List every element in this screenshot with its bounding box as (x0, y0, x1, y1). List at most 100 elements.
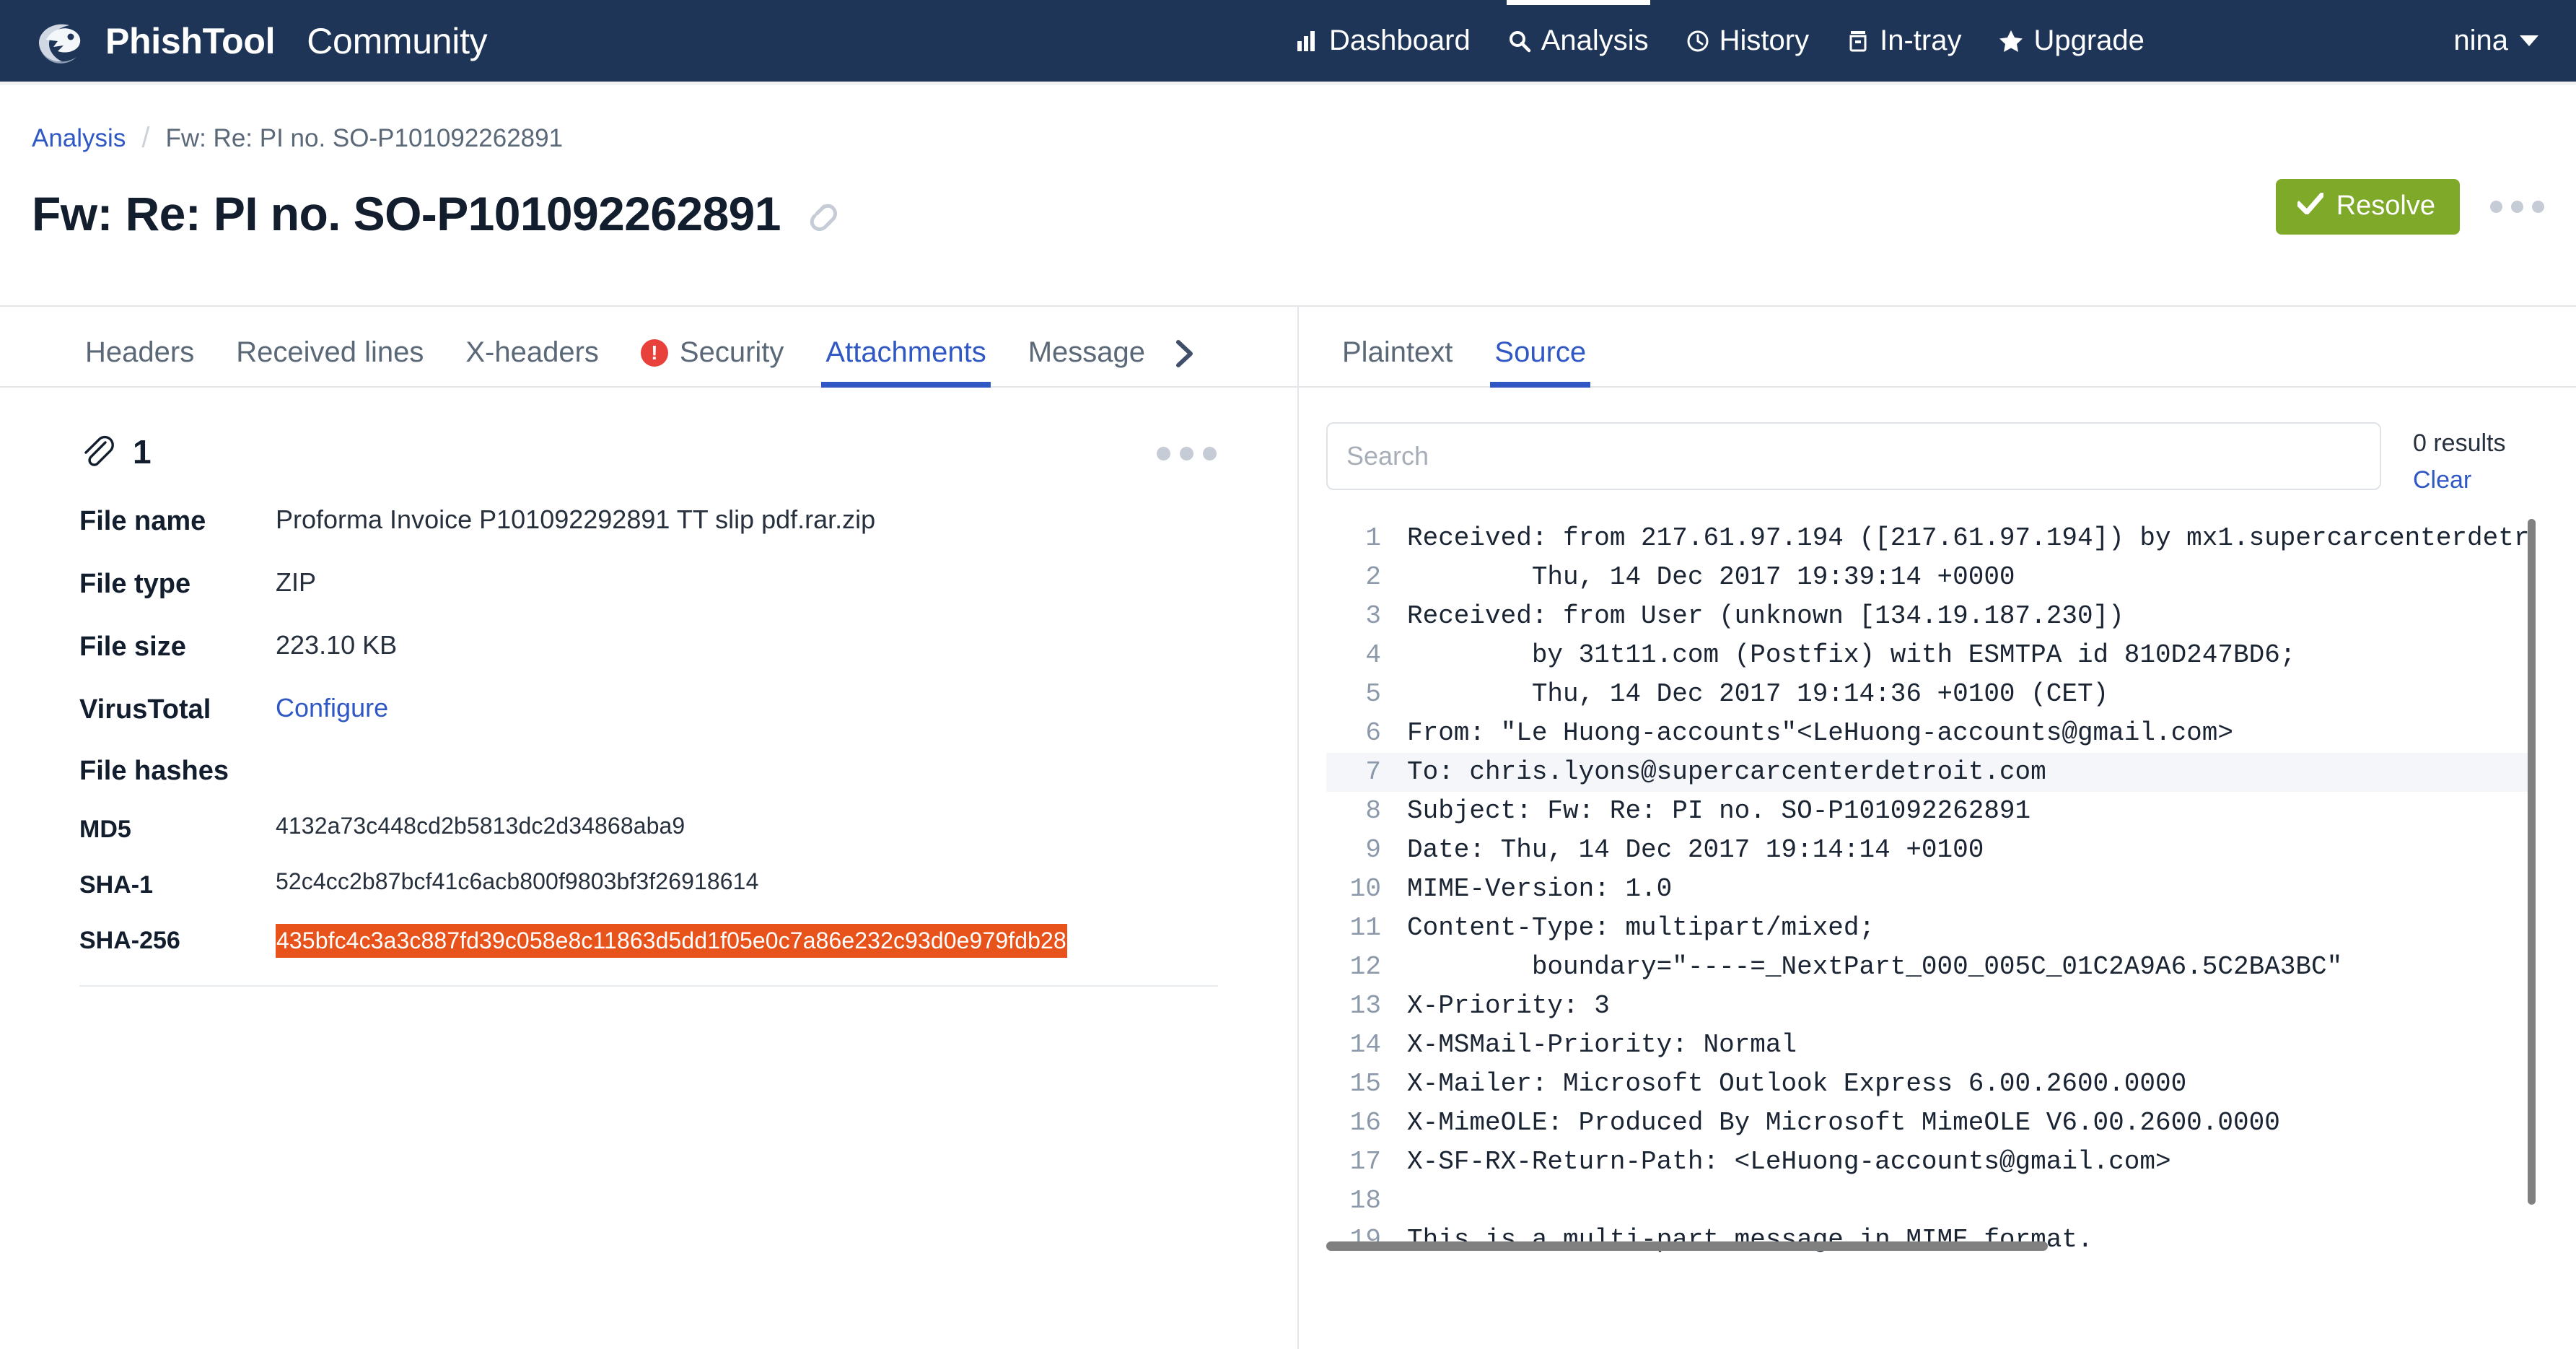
user-name: nina (2453, 25, 2508, 56)
line-number: 10 (1349, 874, 1381, 904)
tab-source[interactable]: Source (1478, 336, 1602, 388)
nav-label-in-tray: In-tray (1880, 25, 1962, 56)
line-content: Received: from 217.61.97.194 ([217.61.97… (1407, 523, 2536, 553)
alert-exclamation-icon: ! (640, 339, 668, 367)
tab-attachments[interactable]: Attachments (810, 336, 1002, 388)
top-navigation-bar: PhishTool Community Dashboard Analysis H… (0, 0, 2576, 82)
virustotal-configure-link[interactable]: Configure (276, 693, 388, 723)
page-subheader: Analysis / Fw: Re: PI no. SO-P1010922628… (0, 82, 2576, 307)
breadcrumb-separator: / (141, 122, 150, 154)
attachment-field-list: File name Proforma Invoice P101092292891… (0, 471, 1297, 958)
line-content: Date: Thu, 14 Dec 2017 19:14:14 +0100 (1407, 835, 1984, 865)
line-number: 11 (1349, 913, 1381, 943)
source-search-row: 0 results Clear (1299, 388, 2576, 494)
resolve-button[interactable]: Resolve (2275, 179, 2460, 235)
field-value-file-name: Proforma Invoice P101092292891 TT slip p… (276, 505, 876, 534)
content-split: Headers Received lines X-headers ! Secur… (0, 307, 2576, 1349)
analysis-tabbar: Headers Received lines X-headers ! Secur… (0, 307, 1297, 388)
source-line: 12 boundary="----=_NextPart_000_005C_01C… (1326, 948, 2536, 987)
line-number: 14 (1349, 1030, 1381, 1060)
source-line: 15 X-Mailer: Microsoft Outlook Express 6.… (1326, 1065, 2536, 1104)
hash-value-sha256[interactable]: 435bfc4c3a3c887fd39c058e8c11863d5dd1f05e… (276, 924, 1067, 958)
line-content: X-SF-RX-Return-Path: <LeHuong-accounts@g… (1407, 1147, 2171, 1176)
tabs-overflow-next-button[interactable] (1171, 339, 1203, 386)
search-icon (1508, 30, 1531, 53)
field-label-virustotal: VirusTotal (79, 694, 211, 725)
search-clear-link[interactable]: Clear (2413, 466, 2506, 494)
field-file-size: File size 223.10 KB (79, 630, 1297, 663)
brand-edition: Community (307, 20, 488, 61)
source-line: 5 Thu, 14 Dec 2017 19:14:36 +0100 (CET) (1326, 675, 2536, 714)
field-file-type: File type ZIP (79, 567, 1297, 600)
file-hashes-heading: File hashes (79, 756, 229, 786)
search-meta: 0 results Clear (2413, 422, 2506, 494)
line-number: 9 (1365, 835, 1381, 865)
tab-message[interactable]: Message (1012, 336, 1161, 386)
source-horizontal-scrollbar[interactable] (1326, 1241, 2048, 1251)
line-content: Thu, 14 Dec 2017 19:39:14 +0000 (1407, 562, 2015, 592)
nav-label-upgrade: Upgrade (2033, 25, 2145, 56)
tab-x-headers[interactable]: X-headers (450, 336, 615, 386)
line-number: 18 (1349, 1186, 1381, 1215)
bar-chart-icon (1296, 30, 1319, 53)
source-line: 6 From: "Le Huong-accounts"<LeHuong-accou… (1326, 714, 2536, 753)
tab-label-source: Source (1494, 336, 1587, 368)
source-line: 4 by 31t11.com (Postfix) with ESMTPA id … (1326, 636, 2536, 675)
source-line: 10 MIME-Version: 1.0 (1326, 870, 2536, 909)
hash-label-sha256: SHA-256 (79, 926, 180, 954)
main-nav-items: Dashboard Analysis History In-tray Upgra (1277, 0, 2163, 82)
permalink-icon[interactable] (799, 193, 837, 235)
source-line: 18 (1326, 1182, 2536, 1221)
hash-label-md5: MD5 (79, 816, 131, 843)
attachment-count: 1 (133, 433, 152, 471)
tab-label-headers: Headers (85, 336, 195, 368)
user-menu[interactable]: nina (2453, 0, 2538, 82)
source-code-viewer[interactable]: 1 Received: from 217.61.97.194 ([217.61.9… (1326, 519, 2536, 1255)
nav-item-history[interactable]: History (1668, 0, 1828, 82)
tab-label-security: Security (679, 336, 784, 368)
source-line: 14 X-MSMail-Priority: Normal (1326, 1026, 2536, 1065)
nav-label-history: History (1719, 25, 1810, 56)
brand-logo-group[interactable]: PhishTool Community (32, 14, 488, 69)
line-number: 12 (1349, 952, 1381, 982)
source-line: 9 Date: Thu, 14 Dec 2017 19:14:14 +0100 (1326, 831, 2536, 870)
tab-label-received-lines: Received lines (236, 336, 424, 368)
source-line: 8 Subject: Fw: Re: PI no. SO-P10109226289… (1326, 792, 2536, 831)
field-virustotal: VirusTotal Configure (79, 693, 1297, 725)
breadcrumb: Analysis / Fw: Re: PI no. SO-P1010922628… (0, 82, 2576, 154)
tab-plaintext[interactable]: Plaintext (1326, 336, 1468, 386)
line-content: X-Priority: 3 (1407, 991, 1610, 1021)
line-content: X-Mailer: Microsoft Outlook Express 6.00… (1407, 1069, 2187, 1099)
search-input[interactable] (1326, 422, 2381, 490)
line-number: 15 (1349, 1069, 1381, 1099)
brand-name: PhishTool (105, 20, 276, 61)
nav-item-upgrade[interactable]: Upgrade (1980, 0, 2163, 82)
breadcrumb-link-analysis[interactable]: Analysis (32, 124, 126, 153)
source-line: 7 To: chris.lyons@supercarcenterdetroit.c… (1326, 753, 2536, 792)
source-vertical-scrollbar[interactable] (2528, 519, 2536, 1205)
line-content: MIME-Version: 1.0 (1407, 874, 1673, 904)
source-view-tabbar: Plaintext Source (1299, 307, 2576, 388)
line-content: by 31t11.com (Postfix) with ESMTPA id 81… (1407, 640, 2296, 670)
phishtool-fish-logo-icon (32, 14, 87, 69)
tab-headers[interactable]: Headers (69, 336, 210, 386)
nav-item-analysis[interactable]: Analysis (1489, 0, 1668, 82)
line-content: Received: from User (unknown [134.19.187… (1407, 601, 2124, 631)
nav-item-in-tray[interactable]: In-tray (1828, 0, 1980, 82)
tab-label-message: Message (1028, 336, 1146, 368)
line-number: 17 (1349, 1147, 1381, 1176)
tab-security[interactable]: ! Security (625, 336, 800, 386)
nav-label-dashboard: Dashboard (1329, 25, 1471, 56)
right-pane: Plaintext Source 0 results Clear 1 Receiv… (1299, 307, 2576, 1349)
resolve-button-label: Resolve (2336, 191, 2435, 221)
attachment-more-options-button[interactable] (1157, 447, 1217, 460)
nav-item-dashboard[interactable]: Dashboard (1277, 0, 1489, 82)
line-number: 6 (1365, 718, 1381, 748)
line-number: 16 (1349, 1108, 1381, 1138)
line-number: 2 (1365, 562, 1381, 592)
line-number: 3 (1365, 601, 1381, 631)
check-icon (2295, 191, 2326, 222)
more-options-button[interactable] (2490, 201, 2544, 213)
source-line: 13 X-Priority: 3 (1326, 987, 2536, 1026)
tab-received-lines[interactable]: Received lines (220, 336, 439, 386)
